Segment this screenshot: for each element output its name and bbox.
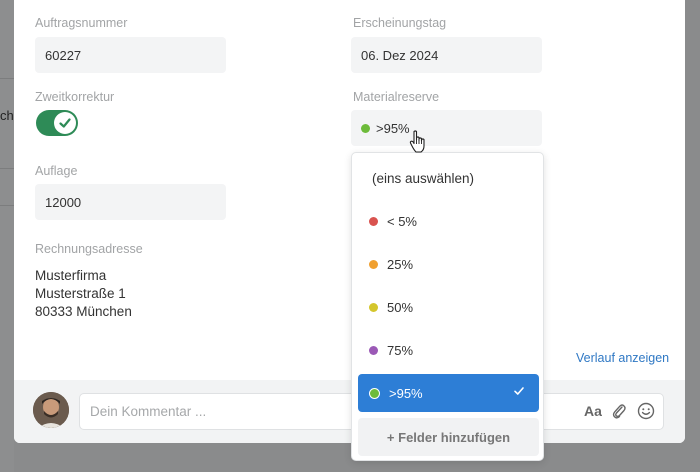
show-history-link[interactable]: Verlauf anzeigen [576,351,669,365]
comment-bar: Dein Kommentar ... Aa [14,380,685,443]
status-dot-icon [369,387,380,399]
address-line: 80333 München [35,304,132,319]
option-above-95[interactable]: >95% [358,374,539,412]
material-reserve-label: Materialreserve [353,90,440,104]
background-divider [0,78,14,79]
option-less-than-5[interactable]: < 5% [358,202,539,240]
background-page: ch [0,0,14,472]
publish-date-label: Erscheinungstag [353,16,447,30]
option-50[interactable]: 50% [358,288,539,326]
avatar [33,392,69,428]
status-dot-icon [369,216,378,226]
publish-date-field[interactable]: 06. Dez 2024 [351,37,542,73]
dropdown-placeholder-option[interactable]: (eins auswählen) [372,171,474,186]
billing-address-label: Rechnungsadresse [35,242,143,256]
status-dot-icon [369,345,378,355]
background-divider [0,168,14,169]
status-dot-icon [369,259,378,269]
second-proof-toggle[interactable] [36,110,78,136]
circulation-label: Auflage [35,164,78,178]
order-number-value: 60227 [45,47,82,63]
order-modal: Auftragsnummer 60227 Erscheinungstag 06.… [14,0,685,443]
background-text-fragment: ch [0,108,14,123]
billing-address: Musterfirma Musterstraße 1 80333 München [35,267,132,321]
hand-pointer-cursor-icon [409,130,425,153]
publish-date-value: 06. Dez 2024 [361,47,439,63]
option-label: 25% [387,256,414,272]
option-label: >95% [389,385,423,401]
material-reserve-select[interactable]: >95% [351,110,542,146]
check-icon [59,118,71,128]
option-label: 75% [387,342,414,358]
order-number-field[interactable]: 60227 [35,37,226,73]
circulation-field[interactable]: 12000 [35,184,226,220]
option-label: 50% [387,299,414,315]
material-reserve-dropdown: (eins auswählen) < 5% 25% 50% 75% >95% +… [351,152,544,461]
circulation-value: 12000 [45,194,82,210]
option-label: < 5% [387,213,417,229]
text-format-icon[interactable]: Aa [584,403,602,419]
address-line: Musterstraße 1 [35,286,126,301]
address-line: Musterfirma [35,268,107,283]
option-75[interactable]: 75% [358,331,539,369]
order-number-label: Auftragsnummer [35,16,128,30]
status-dot-icon [361,123,370,133]
second-proof-label: Zweitkorrektur [35,90,115,104]
background-divider [0,205,14,206]
material-reserve-value: >95% [376,120,410,136]
option-25[interactable]: 25% [358,245,539,283]
paperclip-icon[interactable] [611,402,627,424]
toggle-knob [54,112,76,134]
checkmark-icon [514,387,524,395]
status-dot-icon [369,302,378,312]
add-fields-button[interactable]: + Felder hinzufügen [358,418,539,456]
smiley-icon[interactable] [637,402,655,424]
comment-placeholder: Dein Kommentar ... [90,404,207,419]
